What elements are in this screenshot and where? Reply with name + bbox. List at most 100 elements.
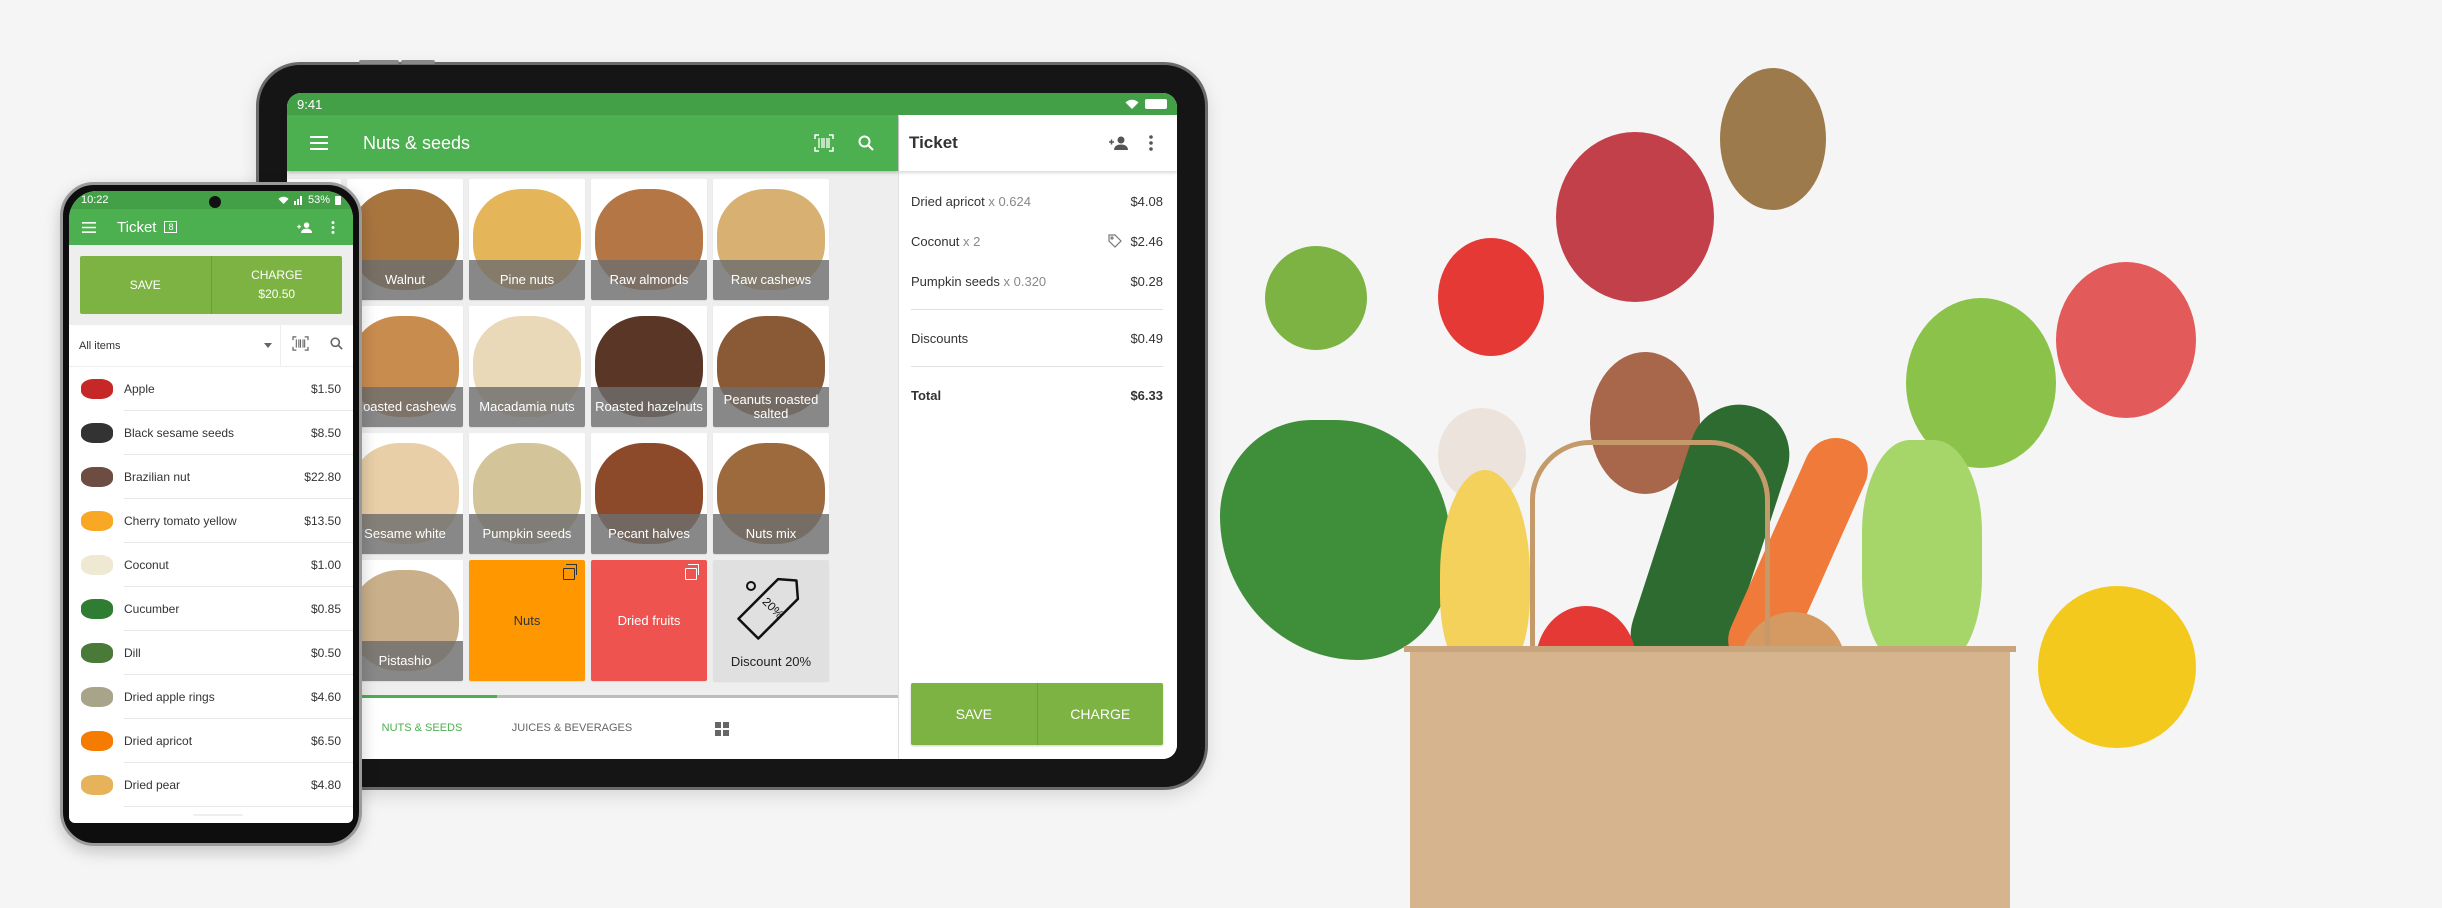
phone-toolbar: Ticket 8	[69, 209, 353, 245]
save-button[interactable]: SAVE	[911, 683, 1037, 745]
product-tile-label: Macadamia nuts	[469, 387, 585, 427]
product-tile-macadamia-nuts[interactable]: Macadamia nuts	[469, 306, 585, 427]
tab-nuts-seeds[interactable]: NUTS & SEEDS	[347, 695, 497, 759]
line-amount: $0.28	[1130, 273, 1163, 289]
item-price: $13.50	[304, 499, 353, 543]
item-price: $0.85	[310, 587, 353, 631]
camera-hole	[209, 196, 221, 208]
barcode-icon[interactable]	[808, 127, 840, 159]
hamburger-icon[interactable]	[303, 127, 335, 159]
list-item[interactable]: Cherry tomato yellow $13.50	[69, 499, 353, 543]
list-item[interactable]: Dried apple rings $4.60	[69, 675, 353, 719]
product-tile-pine-nuts[interactable]: Pine nuts	[469, 179, 585, 300]
product-tile-nuts-mix[interactable]: Nuts mix	[713, 433, 829, 554]
product-tile-roasted-hazelnuts[interactable]: Roasted hazelnuts	[591, 306, 707, 427]
charge-button[interactable]: CHARGE $20.50	[210, 256, 343, 314]
category-tile-label: Nuts	[513, 613, 541, 628]
line-amount: $4.08	[1130, 193, 1163, 209]
product-tile-pumpkin-seeds[interactable]: Pumpkin seeds	[469, 433, 585, 554]
ticket-actions: SAVE CHARGE	[911, 683, 1163, 745]
ticket-panel: Ticket Dried apricot x 0.624 $4.08 Cocon…	[898, 115, 1177, 759]
items-filter-bar: All items	[69, 325, 353, 367]
charge-amount: $20.50	[258, 287, 296, 301]
item-price: $1.00	[310, 543, 353, 587]
category-tile-dried-fruits[interactable]: Dried fruits	[591, 560, 707, 681]
list-item[interactable]: Dill $0.50	[69, 631, 353, 675]
item-price: $0.50	[310, 631, 353, 675]
barcode-icon[interactable]	[291, 335, 309, 356]
product-grid: seedsWalnutPine nutsRaw almondsRaw cashe…	[287, 179, 829, 681]
product-tile-raw-cashews[interactable]: Raw cashews	[713, 179, 829, 300]
lime-image	[1265, 246, 1367, 350]
product-tile-pistashio[interactable]: Pistashio	[347, 560, 463, 681]
list-item[interactable]: Dried pear $4.80	[69, 763, 353, 807]
product-tile-roasted-cashews[interactable]: Roasted cashews	[347, 306, 463, 427]
tablet-screen: 9:41 Nuts & seeds seedsWalnutPine nutsRa…	[287, 93, 1177, 759]
item-thumbnail	[81, 643, 113, 663]
product-tile-peanuts-roasted-salted[interactable]: Peanuts roasted salted	[713, 306, 829, 427]
list-item[interactable]: Coconut $1.00	[69, 543, 353, 587]
product-tile-raw-almonds[interactable]: Raw almonds	[591, 179, 707, 300]
product-tile-label: Peanuts roasted salted	[713, 387, 829, 427]
category-tile-nuts[interactable]: Nuts	[469, 560, 585, 681]
item-thumbnail	[81, 775, 113, 795]
search-icon[interactable]	[850, 127, 882, 159]
product-tile-sesame-white[interactable]: Sesame white	[347, 433, 463, 554]
category-select-value: All items	[79, 339, 121, 352]
ticket-line[interactable]: Dried apricot x 0.624 $4.08	[911, 181, 1163, 221]
charge-button[interactable]: CHARGE	[1036, 683, 1164, 745]
line-qty: x 0.624	[988, 193, 1031, 209]
hamburger-icon[interactable]	[75, 213, 103, 241]
lemon-image	[2038, 586, 2196, 748]
category-select[interactable]: All items	[69, 325, 281, 366]
ticket-count-badge: 8	[164, 221, 178, 233]
tab-juices-beverages[interactable]: JUICES & BEVERAGES	[497, 698, 647, 759]
ticket-line[interactable]: Coconut x 2 $2.46	[911, 221, 1163, 261]
products-panel: Nuts & seeds seedsWalnutPine nutsRaw alm…	[287, 115, 898, 759]
ticket-line[interactable]: Pumpkin seeds x 0.320 $0.28	[911, 261, 1163, 301]
page-title: Nuts & seeds	[363, 132, 471, 153]
paper-bag-image	[1404, 646, 2016, 908]
ticket-lines: Dried apricot x 0.624 $4.08 Coconut x 2 …	[899, 171, 1177, 415]
line-name: Dried apricot	[911, 193, 985, 209]
tablet-hardware-button	[401, 60, 435, 64]
list-item[interactable]: Dried apricot $6.50	[69, 719, 353, 763]
parsley-image	[1220, 420, 1450, 660]
item-price: $1.50	[310, 367, 353, 411]
divider	[911, 366, 1163, 367]
list-item[interactable]: Brazilian nut $22.80	[69, 455, 353, 499]
list-item[interactable]: Black sesame seeds $8.50	[69, 411, 353, 455]
list-item[interactable]: Apple $1.50	[69, 367, 353, 411]
product-tile-label: Pistashio	[347, 641, 463, 681]
search-icon[interactable]	[329, 336, 343, 355]
line-qty: x 2	[963, 233, 981, 249]
item-name: Cucumber	[124, 587, 311, 631]
product-tile-label: Raw cashews	[713, 260, 829, 300]
more-options-icon[interactable]	[319, 213, 347, 241]
product-tile-label: Raw almonds	[591, 260, 707, 300]
product-tile-pecant-halves[interactable]: Pecant halves	[591, 433, 707, 554]
list-item[interactable]: Cucumber $0.85	[69, 587, 353, 631]
tab-all-categories[interactable]	[647, 698, 797, 759]
item-name: Apple	[124, 367, 311, 411]
product-tile-walnut[interactable]: Walnut	[347, 179, 463, 300]
phone-device: 10:22 53% Ticket 8 SAVE CHARGE $20.50 Al…	[60, 182, 362, 846]
item-price: $8.50	[310, 411, 353, 455]
discount-tile[interactable]: 20% Discount 20%	[713, 560, 829, 681]
total-row: Total $6.33	[911, 375, 1163, 415]
signal-icon	[293, 195, 302, 205]
line-qty: x 0.320	[1003, 273, 1047, 289]
category-tile-label: Dried fruits	[617, 613, 681, 628]
pomegranate-image	[1556, 132, 1714, 302]
item-thumbnail	[81, 423, 113, 443]
chevron-down-icon	[264, 343, 272, 348]
discounts-row[interactable]: Discounts $0.49	[911, 318, 1163, 358]
more-options-icon[interactable]	[1135, 127, 1167, 159]
add-customer-icon[interactable]	[1103, 127, 1135, 159]
phone-screen: 10:22 53% Ticket 8 SAVE CHARGE $20.50 Al…	[69, 191, 353, 823]
save-button[interactable]: SAVE	[80, 256, 211, 314]
product-tile-label: Pumpkin seeds	[469, 514, 585, 554]
wifi-icon	[1125, 99, 1139, 109]
add-customer-icon[interactable]	[291, 213, 319, 241]
item-price: $4.80	[310, 763, 353, 807]
